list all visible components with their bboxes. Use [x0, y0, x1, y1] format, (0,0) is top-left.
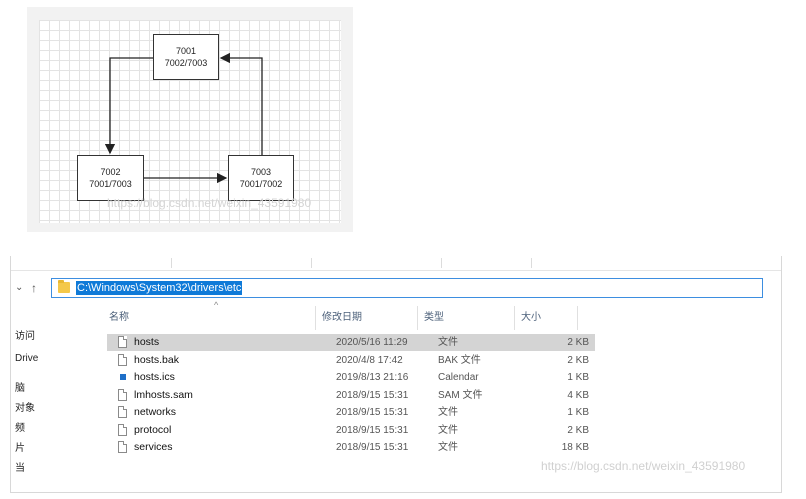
- file-type: 文件: [438, 407, 458, 418]
- file-size: 18 KB: [561, 442, 589, 453]
- sidebar-item-pictures[interactable]: 片: [15, 439, 25, 454]
- file-row-hosts-ics[interactable]: hosts.ics 2019/8/13 21:16 Calendar 1 KB: [107, 369, 595, 386]
- up-arrow-icon[interactable]: ↑: [31, 281, 37, 295]
- file-name: lmhosts.sam: [134, 388, 193, 401]
- file-date: 2019/8/13 21:16: [336, 372, 409, 383]
- node-7003-peers: 7001/7002: [239, 179, 283, 189]
- file-date: 2020/4/8 17:42: [336, 354, 403, 366]
- file-icon: [118, 423, 127, 436]
- file-date: 2018/9/15 15:31: [336, 389, 409, 401]
- file-name: services: [134, 441, 173, 453]
- arrow-7001-to-7002: [104, 57, 153, 155]
- file-name: hosts: [134, 336, 160, 348]
- file-name: hosts.bak: [134, 353, 179, 366]
- file-row-networks[interactable]: networks 2018/9/15 15:31 文件 1 KB: [107, 404, 595, 421]
- file-date: 2018/9/15 15:31: [336, 407, 409, 418]
- file-icon: [118, 441, 127, 453]
- file-size: 4 KB: [567, 389, 589, 401]
- file-type: Calendar: [438, 372, 479, 383]
- sidebar-item-3d-objects[interactable]: 对象: [15, 399, 35, 414]
- sidebar-item-onedrive[interactable]: Drive: [15, 353, 38, 364]
- column-header-name[interactable]: 名称: [103, 306, 315, 330]
- node-7001-peers: 7002/7003: [164, 58, 208, 68]
- navigation-bar: ⌄ ↑ C:\Windows\System32\drivers\etc: [11, 278, 781, 302]
- file-type: 文件: [438, 337, 458, 348]
- explorer-frame: ⌄ ↑ C:\Windows\System32\drivers\etc 访问 D…: [10, 256, 782, 493]
- node-7001-label: 7001: [175, 46, 197, 56]
- ribbon-strip: [11, 256, 781, 271]
- file-name: hosts.ics: [134, 371, 175, 383]
- file-row-hosts-bak[interactable]: hosts.bak 2020/4/8 17:42 BAK 文件 2 KB: [107, 352, 595, 369]
- file-row-hosts[interactable]: hosts 2020/5/16 11:29 文件 2 KB: [107, 334, 595, 351]
- file-date: 2018/9/15 15:31: [336, 442, 409, 453]
- file-icon: [118, 388, 127, 401]
- file-type: 文件: [438, 424, 458, 436]
- node-7003-label: 7003: [250, 167, 272, 177]
- address-bar[interactable]: C:\Windows\System32\drivers\etc: [51, 278, 763, 298]
- sidebar-item-videos[interactable]: 频: [15, 419, 25, 434]
- column-header-type[interactable]: 类型: [418, 306, 514, 330]
- column-header-date[interactable]: 修改日期: [316, 306, 417, 330]
- file-size: 1 KB: [567, 372, 589, 383]
- recent-locations-chevron-icon[interactable]: ⌄: [15, 282, 23, 293]
- file-list-header: ^ 名称 修改日期 类型 大小: [103, 300, 597, 330]
- sidebar-item-this-pc[interactable]: 脑: [15, 379, 25, 394]
- file-type: SAM 文件: [438, 389, 483, 401]
- file-size: 2 KB: [567, 424, 589, 436]
- file-size: 2 KB: [567, 354, 589, 366]
- file-icon: [118, 336, 127, 348]
- column-header-size[interactable]: 大小: [515, 306, 577, 330]
- calendar-icon: [120, 374, 126, 380]
- navigation-pane: 访问 Drive 脑 对象 频 片 当: [11, 310, 91, 490]
- file-row-lmhosts-sam[interactable]: lmhosts.sam 2018/9/15 15:31 SAM 文件 4 KB: [107, 387, 595, 404]
- file-size: 1 KB: [567, 407, 589, 418]
- arrow-7003-to-7001: [219, 52, 263, 155]
- node-7003: 7003 7001/7002: [228, 155, 294, 201]
- address-path-text[interactable]: C:\Windows\System32\drivers\etc: [76, 281, 243, 295]
- file-name: networks: [134, 406, 177, 418]
- file-icon: [118, 353, 127, 366]
- node-7002-peers: 7001/7003: [89, 179, 132, 189]
- file-row-protocol[interactable]: protocol 2018/9/15 15:31 文件 2 KB: [107, 422, 595, 439]
- file-type: 文件: [438, 442, 458, 453]
- file-icon: [118, 406, 127, 418]
- explorer-watermark: https://blog.csdn.net/weixin_43591980: [541, 459, 746, 473]
- diagram-watermark: https://blog.csdn.net/weixin_43591980: [107, 196, 312, 210]
- file-row-services[interactable]: services 2018/9/15 15:31 文件 18 KB: [107, 439, 595, 456]
- folder-icon: [58, 280, 70, 293]
- file-date: 2020/5/16 11:29: [336, 337, 408, 348]
- node-7002-label: 7002: [100, 167, 121, 177]
- node-7001: 7001 7002/7003: [153, 34, 219, 80]
- sidebar-item-quick-access[interactable]: 访问: [15, 327, 35, 342]
- cluster-diagram: 7001 7002/7003 7002 7001/7003 7003 7001/…: [27, 7, 353, 232]
- file-explorer-window: ⌄ ↑ C:\Windows\System32\drivers\etc 访问 D…: [0, 256, 806, 499]
- file-type: BAK 文件: [438, 354, 481, 366]
- sidebar-item-documents[interactable]: 当: [15, 459, 25, 474]
- file-date: 2018/9/15 15:31: [336, 424, 409, 436]
- file-size: 2 KB: [567, 337, 589, 348]
- file-name: protocol: [134, 423, 172, 436]
- node-7002: 7002 7001/7003: [77, 155, 144, 201]
